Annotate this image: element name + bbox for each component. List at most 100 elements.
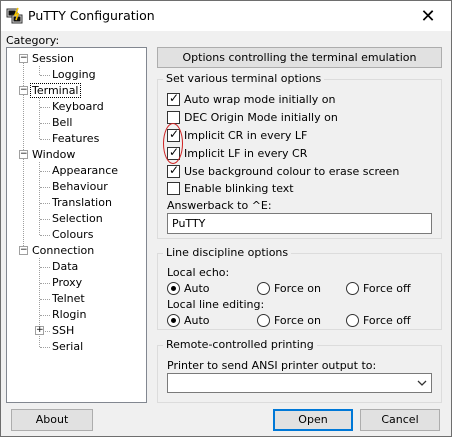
about-button[interactable]: About: [11, 409, 93, 431]
tree-item-terminal[interactable]: Terminal: [30, 83, 81, 98]
tree-connector: [40, 203, 50, 204]
tree-connector: [40, 171, 50, 172]
tree-connector: [40, 299, 50, 300]
tree-connector: [40, 315, 50, 316]
tree-item-label: Behaviour: [52, 180, 108, 193]
category-tree[interactable]: − − − − + Session Logging Terminal Keybo…: [6, 47, 147, 403]
answerback-input[interactable]: PuTTY: [167, 213, 432, 234]
tree-connector: [40, 187, 50, 188]
radio-label: Auto: [184, 282, 210, 295]
checkbox-label: Auto wrap mode initially on: [184, 93, 336, 106]
group-title: Remote-controlled printing: [163, 338, 317, 351]
close-icon: ✕: [420, 5, 436, 27]
tree-item-label: SSH: [52, 324, 75, 337]
checkbox-box[interactable]: ✓: [167, 163, 180, 178]
collapse-icon[interactable]: −: [19, 54, 28, 63]
tree-item-colours[interactable]: Colours: [51, 227, 94, 242]
radio-circle[interactable]: [346, 282, 359, 295]
tree-item-data[interactable]: Data: [51, 259, 79, 274]
tree-item-telnet[interactable]: Telnet: [51, 291, 86, 306]
tree-item-label: Translation: [52, 196, 112, 209]
collapse-icon[interactable]: −: [19, 150, 28, 159]
tree-connector: [40, 123, 50, 124]
radio-circle[interactable]: [257, 282, 270, 295]
tree-item-translation[interactable]: Translation: [51, 195, 113, 210]
checkbox-box[interactable]: ✓: [167, 145, 180, 160]
collapse-icon[interactable]: −: [19, 246, 28, 255]
tree-item-label: Connection: [32, 244, 95, 257]
group-title: Line discipline options: [163, 246, 292, 259]
tree-connector: [39, 162, 40, 235]
tree-item-logging[interactable]: Logging: [51, 67, 97, 82]
printer-select[interactable]: [167, 373, 432, 393]
tree-connector: [40, 283, 50, 284]
tree-item-label: Bell: [52, 116, 73, 129]
checkbox-label: Use background colour to erase screen: [184, 165, 400, 178]
tree-item-keyboard[interactable]: Keyboard: [51, 99, 105, 114]
checkmark-icon: ✓: [169, 91, 180, 105]
checkbox-box[interactable]: ✓: [167, 91, 180, 106]
radio-dot: [171, 318, 176, 323]
tree-item-selection[interactable]: Selection: [51, 211, 104, 226]
printer-label: Printer to send ANSI printer output to:: [167, 359, 377, 372]
tree-connector: [40, 139, 50, 140]
tree-item-label: Serial: [52, 340, 84, 353]
tree-item-label: Rlogin: [52, 308, 87, 321]
radio-circle[interactable]: [257, 314, 270, 327]
radio-circle[interactable]: [167, 314, 180, 327]
close-button[interactable]: ✕: [405, 1, 451, 31]
tree-item-label: Logging: [52, 68, 96, 81]
tree-connector: [40, 75, 50, 76]
tree-item-connection[interactable]: Connection: [31, 243, 95, 258]
tree-item-bell[interactable]: Bell: [51, 115, 73, 130]
radio-label: Auto: [184, 314, 210, 327]
checkbox-label: DEC Origin Mode initially on: [184, 111, 338, 124]
tree-item-label: Appearance: [52, 164, 119, 177]
tree-connector: [45, 331, 50, 332]
tree-item-session[interactable]: Session: [31, 51, 75, 66]
tree-item-proxy[interactable]: Proxy: [51, 275, 83, 290]
tree-item-label: Data: [52, 260, 79, 273]
tree-item-behaviour[interactable]: Behaviour: [51, 179, 109, 194]
tree-connector: [40, 267, 50, 268]
category-label: Category:: [6, 34, 60, 47]
tree-connector: [40, 219, 50, 220]
tree-connector: [39, 98, 40, 139]
open-button[interactable]: Open: [273, 409, 353, 431]
tree-item-features[interactable]: Features: [51, 131, 100, 146]
radio-label: Force on: [274, 282, 321, 295]
tree-connector: [40, 347, 50, 348]
checkmark-icon: ✓: [169, 127, 180, 141]
tree-item-window[interactable]: Window: [31, 147, 76, 162]
tree-item-label: Terminal: [30, 83, 81, 98]
tree-item-ssh[interactable]: SSH: [51, 323, 75, 338]
radio-label: Force off: [363, 314, 411, 327]
checkbox-box[interactable]: ✓: [167, 127, 180, 142]
local-edit-label: Local line editing:: [167, 298, 265, 311]
tree-connector: [40, 107, 50, 108]
tree-item-label: Window: [32, 148, 76, 161]
putty-configuration-window: PuTTY Configuration ✕ Category: − − − −: [0, 0, 452, 437]
cancel-button[interactable]: Cancel: [360, 409, 440, 431]
tree-item-label: Selection: [52, 212, 103, 225]
panel-header: Options controlling the terminal emulati…: [157, 47, 442, 68]
expand-icon[interactable]: +: [35, 326, 44, 335]
putty-app-icon: [6, 7, 23, 24]
title-bar[interactable]: PuTTY Configuration ✕: [1, 1, 451, 31]
checkbox-label: Implicit LF in every CR: [184, 147, 308, 160]
tree-item-appearance[interactable]: Appearance: [51, 163, 119, 178]
radio-circle[interactable]: [346, 314, 359, 327]
checkbox-box[interactable]: [167, 182, 180, 195]
local-echo-label: Local echo:: [167, 266, 230, 279]
tree-item-label: Features: [52, 132, 100, 145]
window-title: PuTTY Configuration: [28, 8, 155, 23]
tree-item-serial[interactable]: Serial: [51, 339, 84, 354]
radio-circle[interactable]: [167, 282, 180, 295]
tree-item-label: Keyboard: [52, 100, 104, 113]
collapse-icon[interactable]: −: [19, 86, 28, 95]
radio-dot: [171, 286, 176, 291]
checkbox-box[interactable]: [167, 111, 180, 124]
tree-item-rlogin[interactable]: Rlogin: [51, 307, 87, 322]
tree-connector: [40, 235, 50, 236]
tree-item-label: Session: [32, 52, 74, 65]
